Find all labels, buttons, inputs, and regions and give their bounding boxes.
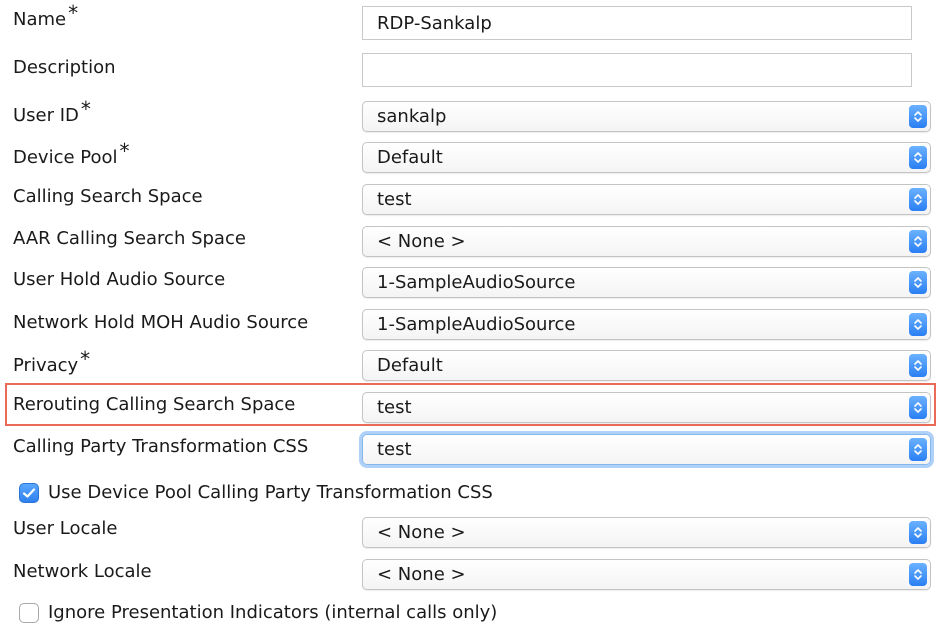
required-marker: * [80, 347, 91, 371]
description-input[interactable] [362, 53, 912, 87]
device-pool-select[interactable]: Default [362, 142, 931, 173]
user-hold-audio-source-value: 1-SampleAudioSource [377, 272, 576, 293]
chevron-up-down-icon [909, 230, 927, 253]
chevron-up-down-icon [909, 438, 927, 461]
network-hold-moh-audio-source-label: Network Hold MOH Audio Source [13, 312, 309, 333]
use-device-pool-cpt-css-checkbox[interactable] [19, 483, 39, 503]
calling-party-transformation-css-label: Calling Party Transformation CSS [13, 436, 309, 457]
user-hold-audio-source-label: User Hold Audio Source [13, 269, 226, 290]
chevron-up-down-icon [909, 354, 927, 377]
required-marker: * [119, 139, 130, 163]
aar-calling-search-space-select[interactable]: < None > [362, 226, 931, 257]
calling-party-transformation-css-value: test [377, 439, 412, 460]
privacy-value: Default [377, 355, 443, 376]
calling-search-space-select[interactable]: test [362, 184, 931, 215]
chevron-up-down-icon [909, 521, 927, 544]
chevron-up-down-icon [909, 105, 927, 128]
network-locale-select[interactable]: < None > [362, 559, 931, 590]
device-pool-label: Device Pool * [13, 139, 130, 168]
chevron-up-down-icon [909, 271, 927, 294]
privacy-select[interactable]: Default [362, 350, 931, 381]
user-locale-value: < None > [377, 522, 466, 543]
network-locale-label: Network Locale [13, 561, 152, 582]
device-pool-value: Default [377, 147, 443, 168]
chevron-up-down-icon [909, 188, 927, 211]
rerouting-calling-search-space-label: Rerouting Calling Search Space [13, 394, 296, 415]
user-hold-audio-source-select[interactable]: 1-SampleAudioSource [362, 267, 931, 298]
network-hold-moh-audio-source-value: 1-SampleAudioSource [377, 314, 576, 335]
privacy-label: Privacy * [13, 347, 91, 376]
user-id-label: User ID * [13, 97, 91, 126]
name-label: Name * [13, 1, 79, 30]
aar-calling-search-space-label: AAR Calling Search Space [13, 228, 246, 249]
rerouting-calling-search-space-value: test [377, 397, 412, 418]
user-id-value: sankalp [377, 106, 447, 127]
calling-search-space-label: Calling Search Space [13, 186, 203, 207]
chevron-up-down-icon [909, 563, 927, 586]
required-marker: * [68, 1, 79, 25]
network-locale-value: < None > [377, 564, 466, 585]
calling-party-transformation-css-select[interactable]: test [362, 434, 931, 465]
description-label: Description [13, 57, 116, 78]
network-hold-moh-audio-source-select[interactable]: 1-SampleAudioSource [362, 309, 931, 340]
user-locale-select[interactable]: < None > [362, 517, 931, 548]
chevron-up-down-icon [909, 396, 927, 419]
ignore-presentation-indicators-checkbox[interactable] [19, 603, 39, 623]
user-id-select[interactable]: sankalp [362, 101, 931, 132]
use-device-pool-cpt-css-label[interactable]: Use Device Pool Calling Party Transforma… [48, 482, 493, 504]
ignore-presentation-indicators-label[interactable]: Ignore Presentation Indicators (internal… [48, 602, 497, 624]
required-marker: * [80, 97, 91, 121]
chevron-up-down-icon [909, 313, 927, 336]
calling-search-space-value: test [377, 189, 412, 210]
rerouting-calling-search-space-select[interactable]: test [362, 392, 931, 423]
user-locale-label: User Locale [13, 518, 118, 539]
aar-calling-search-space-value: < None > [377, 231, 466, 252]
name-input[interactable] [362, 6, 912, 40]
chevron-up-down-icon [909, 146, 927, 169]
checkmark-icon [22, 488, 36, 498]
